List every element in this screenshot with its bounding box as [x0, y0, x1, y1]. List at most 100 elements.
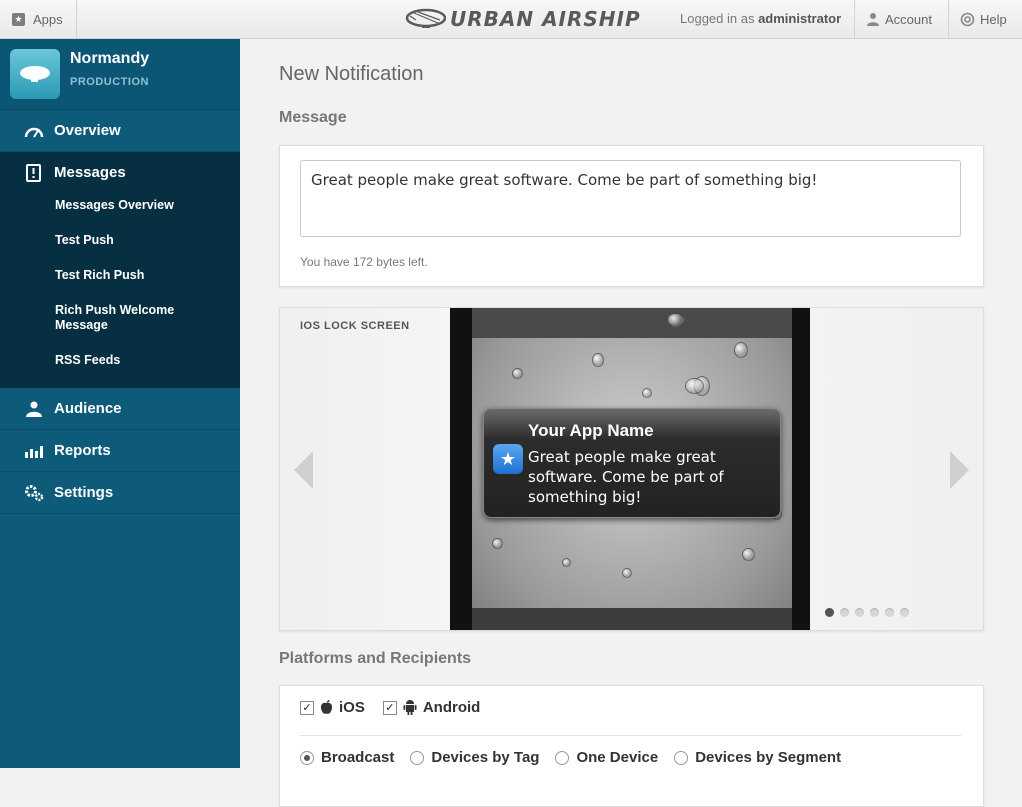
- devices-by-tag-label: Devices by Tag: [431, 749, 540, 766]
- raindrop: [512, 368, 523, 379]
- account-label: Account: [885, 11, 932, 27]
- chevron-right-icon: [950, 451, 969, 489]
- account-name: Normandy: [70, 50, 150, 67]
- apps-button[interactable]: ★ Apps: [0, 0, 77, 38]
- sidebar: Normandy PRODUCTION Overview Messages Me…: [0, 39, 240, 768]
- page-title: New Notification: [279, 63, 424, 85]
- push-notification-alert: ★ Your App Name Great people make great …: [483, 408, 781, 518]
- raindrop: [622, 568, 632, 578]
- account-button[interactable]: Account: [866, 0, 932, 38]
- preview-label: IOS LOCK SCREEN: [300, 320, 410, 332]
- platforms-heading: Platforms and Recipients: [279, 650, 472, 667]
- phone-mockup: ★ Your App Name Great people make great …: [450, 308, 810, 630]
- platform-checkboxes: ✓ iOS ✓ Android: [300, 699, 480, 716]
- nav-messages[interactable]: Messages: [0, 152, 240, 193]
- raindrop: [685, 378, 704, 394]
- android-checkbox[interactable]: ✓: [382, 700, 397, 715]
- star-icon: ★: [12, 12, 25, 26]
- platforms-card: ✓ iOS ✓ Android Broadcast Devices by Tag…: [279, 685, 984, 807]
- page-dot[interactable]: [840, 608, 849, 617]
- nav-overview-label: Overview: [54, 122, 121, 139]
- nav-settings-label: Settings: [54, 484, 114, 501]
- nav-audience[interactable]: Audience: [0, 388, 240, 430]
- sub-rss-feeds[interactable]: RSS Feeds: [55, 353, 225, 368]
- message-alert-icon: [24, 163, 44, 183]
- nav-messages-label: Messages: [54, 164, 126, 181]
- bytes-left: You have 172 bytes left.: [300, 255, 428, 269]
- main-content: New Notification Message Great people ma…: [240, 39, 1022, 807]
- one-device-label: One Device: [576, 749, 659, 766]
- nav-audience-label: Audience: [54, 400, 122, 417]
- ios-label: iOS: [339, 699, 365, 716]
- sub-test-push[interactable]: Test Push: [55, 233, 225, 248]
- apple-icon: [320, 700, 333, 714]
- people-icon: [24, 399, 44, 419]
- page-dot[interactable]: [855, 608, 864, 617]
- sub-rich-push-welcome[interactable]: Rich Push Welcome Message: [55, 303, 225, 333]
- message-card: Great people make great software. Come b…: [279, 145, 984, 287]
- account-header[interactable]: Normandy PRODUCTION: [0, 39, 240, 110]
- next-arrow[interactable]: [949, 451, 969, 494]
- lock-screen: ★ Your App Name Great people make great …: [472, 308, 792, 630]
- android-icon: [403, 700, 417, 715]
- top-bar: ★ Apps URBAN AIRSHIP Logged in as admini…: [0, 0, 1022, 39]
- message-heading: Message: [279, 109, 347, 126]
- ios-checkbox[interactable]: ✓: [300, 700, 314, 715]
- bottom-bar: [472, 608, 792, 630]
- page-dot[interactable]: [900, 608, 909, 617]
- sub-test-rich-push[interactable]: Test Rich Push: [55, 268, 225, 283]
- devices-by-segment-radio[interactable]: [674, 750, 689, 765]
- user-icon: [867, 13, 879, 26]
- lifebuoy-icon: [960, 12, 975, 26]
- gauge-icon: [24, 121, 44, 141]
- apps-label: Apps: [33, 11, 63, 27]
- devices-by-segment-label: Devices by Segment: [695, 749, 842, 766]
- messages-section: Messages Messages Overview Test Push Tes…: [0, 152, 240, 388]
- one-device-radio[interactable]: [555, 750, 570, 765]
- chevron-left-icon: [294, 451, 313, 489]
- divider: [854, 0, 855, 38]
- urban-airship-logo[interactable]: URBAN AIRSHIP: [404, 4, 641, 34]
- raindrop: [667, 313, 685, 327]
- nav-overview[interactable]: Overview: [0, 110, 240, 152]
- page-dot[interactable]: [825, 608, 834, 617]
- help-button[interactable]: Help: [960, 0, 1007, 38]
- bar-chart-icon: [24, 441, 44, 461]
- raindrop: [742, 548, 755, 561]
- nav-settings[interactable]: Settings: [0, 472, 240, 514]
- username: administrator: [758, 11, 842, 26]
- app-star-icon: ★: [493, 444, 523, 474]
- help-label: Help: [980, 11, 1007, 27]
- nav-reports[interactable]: Reports: [0, 430, 240, 472]
- status-bar: [472, 308, 792, 338]
- preview-carousel: IOS LOCK SCREEN ★ Your App Name Great pe…: [279, 307, 984, 631]
- app-icon: [10, 49, 60, 99]
- previous-arrow[interactable]: [294, 451, 314, 494]
- raindrop: [592, 353, 604, 367]
- notification-text: Great people make great software. Come b…: [528, 448, 724, 506]
- android-label: Android: [422, 699, 481, 716]
- divider: [300, 735, 961, 736]
- carousel-pagination: [825, 608, 915, 617]
- logo-text: URBAN AIRSHIP: [450, 7, 641, 31]
- page-dot[interactable]: [870, 608, 879, 617]
- raindrop: [734, 342, 748, 358]
- message-textarea[interactable]: Great people make great software. Come b…: [300, 160, 961, 237]
- raindrop: [492, 538, 503, 549]
- divider: [948, 0, 949, 38]
- logged-in-status: Logged in as administrator: [680, 0, 841, 38]
- devices-by-tag-radio[interactable]: [410, 750, 425, 765]
- raindrop: [642, 388, 652, 398]
- account-environment: PRODUCTION: [70, 76, 149, 88]
- gears-icon: [24, 483, 44, 503]
- blimp-icon: [20, 66, 50, 82]
- nav-reports-label: Reports: [54, 442, 111, 459]
- raindrop: [562, 558, 571, 567]
- blimp-icon: [405, 8, 446, 28]
- logged-in-prefix: Logged in as: [680, 11, 755, 26]
- sub-messages-overview[interactable]: Messages Overview: [55, 198, 225, 213]
- notification-app-name: Your App Name: [528, 421, 654, 440]
- broadcast-radio[interactable]: [300, 750, 314, 765]
- page-dot[interactable]: [885, 608, 894, 617]
- broadcast-label: Broadcast: [321, 749, 395, 766]
